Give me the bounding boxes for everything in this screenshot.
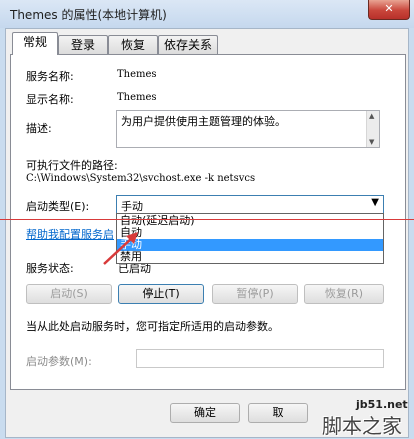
start-button[interactable]: 启动(S): [26, 284, 112, 304]
tab-logon[interactable]: 登录: [58, 35, 108, 54]
startup-option-auto-delayed[interactable]: 自动(延迟启动): [117, 215, 383, 227]
startup-type-dropdown[interactable]: 自动(延迟启动) 自动 手动 禁用: [116, 213, 384, 264]
chevron-down-icon[interactable]: ▼: [371, 197, 379, 208]
close-button[interactable]: ✕: [368, 0, 410, 20]
startup-type-combo[interactable]: 手动 ▼: [116, 195, 384, 214]
annotation-line: [0, 219, 414, 220]
startup-option-disabled[interactable]: 禁用: [117, 251, 383, 263]
tab-recovery[interactable]: 恢复: [108, 35, 158, 54]
exe-path-label: 可执行文件的路径:: [26, 159, 118, 172]
stop-button[interactable]: 停止(T): [118, 284, 204, 304]
description-text: 为用户提供使用主题管理的体验。: [121, 115, 286, 128]
exe-path-value: C:\Windows\System32\svchost.exe -k netsv…: [26, 173, 256, 184]
startup-param-label: 启动参数(M):: [26, 355, 92, 368]
startup-param-hint: 当从此处启动服务时，您可指定所适用的启动参数。: [26, 320, 279, 333]
startup-option-manual[interactable]: 手动: [117, 239, 383, 251]
scroll-down-icon[interactable]: ▼: [369, 138, 374, 146]
pause-button[interactable]: 暂停(P): [212, 284, 298, 304]
startup-type-label: 启动类型(E):: [26, 200, 90, 213]
display-name-label: 显示名称:: [26, 93, 74, 106]
window-title: Themes 的属性(本地计算机): [10, 8, 167, 22]
description-box[interactable]: 为用户提供使用主题管理的体验。 ▲ ▼: [116, 110, 380, 148]
scroll-up-icon[interactable]: ▲: [369, 112, 374, 120]
service-name-label: 服务名称:: [26, 70, 74, 83]
ok-button[interactable]: 确定: [170, 403, 240, 423]
description-label: 描述:: [26, 122, 52, 135]
service-status-label: 服务状态:: [26, 262, 74, 275]
service-name-value: Themes: [117, 69, 157, 80]
startup-option-auto[interactable]: 自动: [117, 227, 383, 239]
close-icon: ✕: [384, 2, 394, 15]
tab-general[interactable]: 常规: [12, 32, 58, 55]
watermark-brand: 脚本之家: [322, 414, 402, 438]
display-name-value: Themes: [117, 92, 157, 103]
startup-param-input[interactable]: [136, 349, 384, 368]
startup-type-value: 手动: [121, 200, 143, 213]
resume-button[interactable]: 恢复(R): [304, 284, 384, 304]
cancel-button[interactable]: 取: [248, 403, 308, 423]
description-scrollbar[interactable]: ▲ ▼: [366, 111, 379, 147]
annotation-arrow-icon: [103, 232, 138, 265]
tab-dependencies[interactable]: 依存关系: [158, 35, 218, 54]
